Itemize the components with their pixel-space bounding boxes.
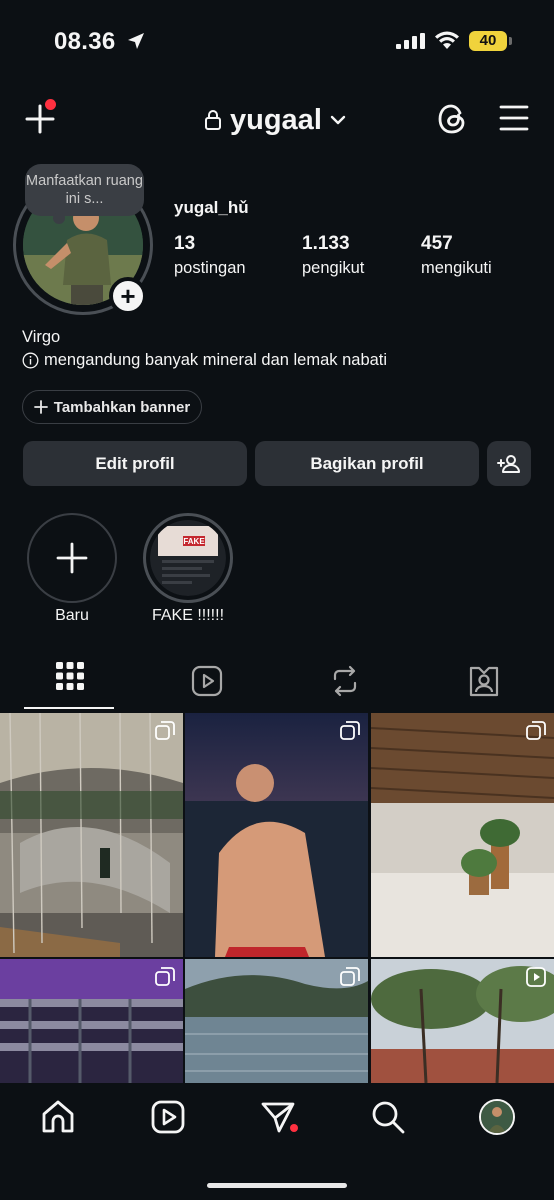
tagged-tab-icon[interactable]	[468, 664, 500, 698]
reels-nav-icon[interactable]	[150, 1099, 186, 1135]
stat-value: 1.133	[302, 233, 350, 254]
plus-icon	[56, 542, 88, 574]
plus-icon	[33, 400, 48, 414]
edit-profile-button[interactable]: Edit profil	[23, 441, 247, 486]
edit-profile-label: Edit profil	[95, 453, 175, 473]
highlight-label: FAKE !!!!!!	[151, 607, 225, 624]
profile-nav-avatar[interactable]	[479, 1099, 515, 1135]
battery-indicator: 40	[469, 31, 507, 51]
share-profile-button[interactable]: Bagikan profil	[255, 441, 479, 486]
active-tab-indicator	[24, 707, 114, 709]
status-time: 08.36	[54, 28, 116, 55]
add-person-icon	[497, 454, 520, 473]
cellular-signal-icon	[396, 33, 425, 49]
fake-stamp-text: FAKE	[183, 537, 205, 546]
stat-label: pengikut	[302, 259, 365, 277]
grid-post[interactable]	[185, 959, 368, 1083]
post-image	[185, 713, 368, 957]
note-bubble[interactable]: Manfaatkan ruang ini s...	[25, 164, 144, 224]
stat-following[interactable]: 457 mengikuti	[421, 233, 492, 278]
add-story-plus-button[interactable]: +	[109, 277, 147, 315]
home-icon[interactable]	[40, 1099, 76, 1135]
bio-text: mengandung banyak mineral dan lemak naba…	[44, 351, 388, 369]
bio-line: mengandung banyak mineral dan lemak naba…	[22, 351, 387, 370]
reel-icon	[526, 967, 546, 987]
bio-name: Virgo	[22, 328, 61, 346]
profile-screen: 08.36 40 yugaal + Manfaatkan ruang ini s…	[0, 0, 554, 1200]
carousel-icon	[340, 721, 360, 740]
stat-posts[interactable]: 13 postingan	[174, 233, 246, 278]
stat-value: 457	[421, 233, 453, 254]
carousel-icon	[526, 721, 546, 740]
threads-icon[interactable]	[436, 101, 468, 137]
status-bar: 08.36 40	[0, 0, 554, 84]
carousel-icon	[155, 967, 175, 986]
menu-hamburger-icon[interactable]	[499, 104, 529, 132]
grid-post[interactable]	[371, 713, 554, 957]
stat-value: 13	[174, 233, 196, 254]
share-profile-label: Bagikan profil	[310, 453, 424, 473]
reposts-tab-icon[interactable]	[331, 665, 359, 697]
add-banner-label: Tambahkan banner	[53, 398, 191, 416]
header-username: yugaal	[230, 103, 322, 136]
wifi-icon	[435, 31, 459, 49]
message-notification-dot	[290, 1124, 298, 1132]
account-switcher[interactable]: yugaal	[204, 100, 346, 140]
location-arrow-icon	[128, 33, 144, 49]
highlight-thumbnail: FAKE	[150, 520, 226, 596]
grid-post[interactable]	[185, 713, 368, 957]
carousel-icon	[155, 721, 175, 740]
carousel-icon	[340, 967, 360, 986]
post-image	[371, 713, 554, 957]
reels-tab-icon[interactable]	[191, 665, 223, 697]
info-icon	[22, 352, 39, 369]
stat-followers[interactable]: 1.133 pengikut	[302, 233, 364, 278]
notification-dot	[45, 99, 56, 110]
grid-post[interactable]	[0, 959, 183, 1083]
profile-handle: yugal_hǔ	[174, 198, 249, 217]
post-image	[0, 713, 183, 957]
new-highlight-button[interactable]	[27, 513, 117, 603]
add-banner-button[interactable]: Tambahkan banner	[22, 390, 202, 424]
grid-post[interactable]	[371, 959, 554, 1083]
grid-post[interactable]	[0, 713, 183, 957]
discover-people-button[interactable]	[487, 441, 531, 486]
battery-cap	[509, 37, 512, 45]
chevron-down-icon	[330, 115, 346, 125]
lock-icon	[205, 110, 221, 130]
highlight-label: Baru	[55, 607, 89, 624]
highlight-fake[interactable]: FAKE	[143, 513, 233, 603]
home-indicator[interactable]	[207, 1183, 347, 1188]
grid-tab-icon[interactable]	[56, 662, 84, 690]
stat-label: postingan	[174, 259, 246, 277]
search-icon[interactable]	[370, 1099, 406, 1135]
stat-label: mengikuti	[421, 259, 492, 277]
profile-avatar-thumb	[481, 1101, 513, 1133]
